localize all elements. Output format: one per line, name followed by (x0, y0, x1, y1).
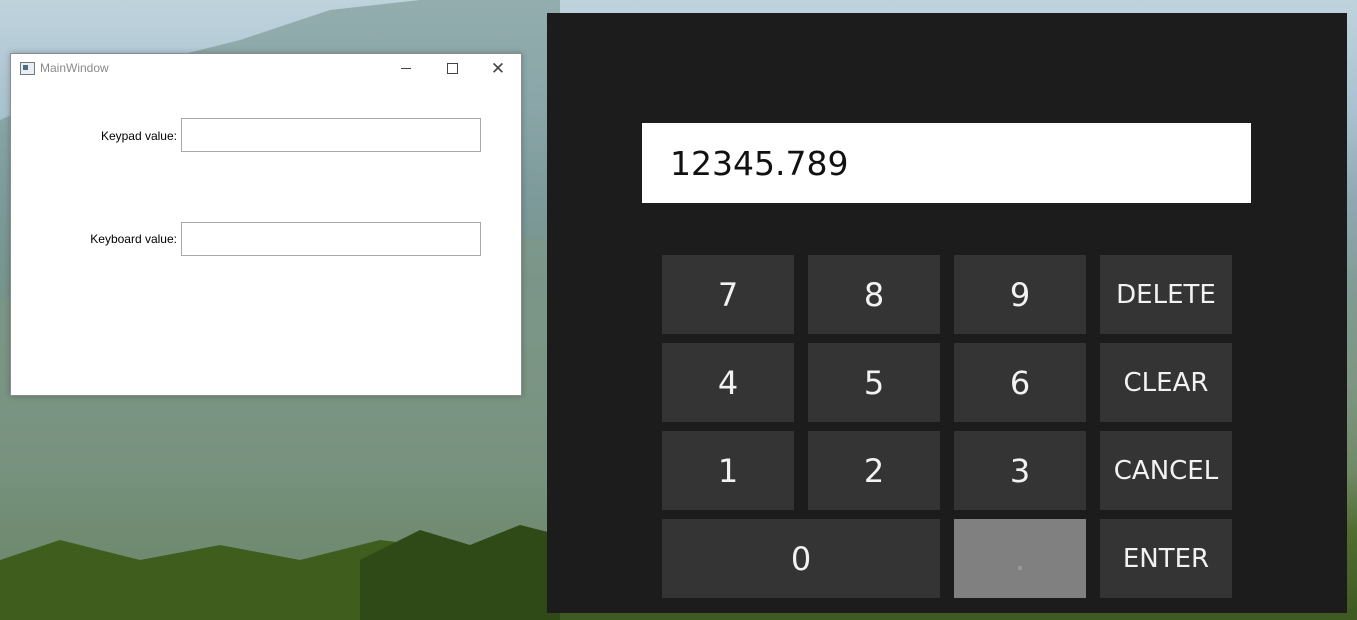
key-8[interactable]: 8 (808, 255, 940, 334)
minimize-icon (401, 67, 411, 69)
numeric-keypad: 12345.789 7 8 9 DELETE 4 5 6 CLEAR 1 2 3… (547, 13, 1347, 613)
window-title: MainWindow (40, 61, 109, 75)
key-2[interactable]: 2 (808, 431, 940, 510)
keyboard-value-input[interactable] (181, 222, 481, 256)
keypad-value-label: Keypad value: (100, 129, 177, 143)
title-bar[interactable]: MainWindow ✕ (11, 54, 521, 82)
cancel-button[interactable]: CANCEL (1100, 431, 1232, 510)
key-4[interactable]: 4 (662, 343, 794, 422)
key-6[interactable]: 6 (954, 343, 1086, 422)
clear-button[interactable]: CLEAR (1100, 343, 1232, 422)
key-0[interactable]: 0 (662, 519, 940, 598)
maximize-button[interactable] (429, 54, 475, 82)
maximize-icon (446, 62, 458, 74)
minimize-button[interactable] (383, 54, 429, 82)
delete-button[interactable]: DELETE (1100, 255, 1232, 334)
key-7[interactable]: 7 (662, 255, 794, 334)
key-decimal-point[interactable]: . (954, 519, 1086, 598)
close-icon: ✕ (490, 58, 506, 78)
enter-button[interactable]: ENTER (1100, 519, 1232, 598)
close-button[interactable]: ✕ (475, 54, 521, 82)
key-9[interactable]: 9 (954, 255, 1086, 334)
key-3[interactable]: 3 (954, 431, 1086, 510)
keyboard-value-label: Keyboard value: (90, 232, 177, 246)
keypad-display: 12345.789 (642, 123, 1251, 203)
key-5[interactable]: 5 (808, 343, 940, 422)
app-window-icon (20, 62, 35, 75)
keypad-value-input[interactable] (181, 118, 481, 152)
key-1[interactable]: 1 (662, 431, 794, 510)
main-window: MainWindow ✕ Keypad value: Keyboard valu… (10, 53, 522, 396)
